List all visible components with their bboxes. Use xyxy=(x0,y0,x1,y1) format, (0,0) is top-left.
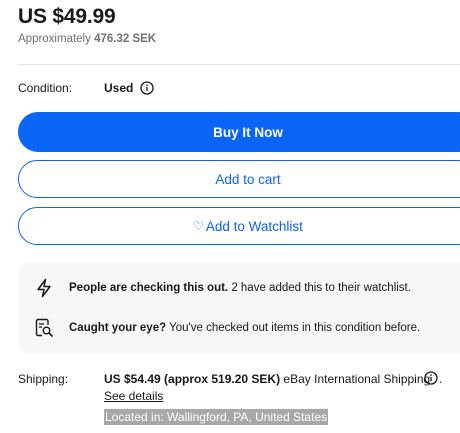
see-details-link[interactable]: See details xyxy=(104,389,163,403)
buy-it-now-label: Buy It Now xyxy=(213,124,283,140)
item-price: US $49.99 xyxy=(18,5,116,28)
condition-value: Used xyxy=(104,81,134,95)
notice-watchers-text: People are checking this out. 2 have add… xyxy=(69,282,411,294)
condition-label: Condition: xyxy=(18,81,73,95)
add-to-watchlist-label: Add to Watchlist xyxy=(205,218,303,234)
shipping-info-icon[interactable] xyxy=(424,371,438,385)
approx-prefix: Approximately xyxy=(18,33,91,45)
notice-watchers-bold: People are checking this out. xyxy=(69,282,229,294)
add-to-cart-label: Add to cart xyxy=(215,171,281,187)
notice-caught-eye-text: Caught your eye? You've checked out item… xyxy=(69,322,420,334)
approx-amount: 476.32 SEK xyxy=(94,33,157,45)
item-location: Located in: Wallingford, PA, United Stat… xyxy=(104,409,329,425)
divider xyxy=(18,64,460,65)
shipping-period: . xyxy=(439,372,443,386)
shipping-label: Shipping: xyxy=(18,372,69,386)
info-icon[interactable] xyxy=(140,81,154,95)
shipping-cost: US $54.49 (approx 519.20 SEK) xyxy=(104,372,281,386)
shipping-value: US $54.49 (approx 519.20 SEK) eBay Inter… xyxy=(104,372,430,386)
shipping-service: eBay International Shipping xyxy=(280,372,431,386)
approx-price: Approximately 476.32 SEK xyxy=(18,33,156,45)
notice-caught-eye-detail: You've checked out items in this conditi… xyxy=(166,322,421,334)
signals-panel: People are checking this out. 2 have add… xyxy=(18,262,460,354)
magnifier-document-icon xyxy=(32,316,56,340)
notice-watchers-detail: 2 have added this to their watchlist. xyxy=(228,282,411,294)
lightning-icon xyxy=(32,276,56,300)
buy-it-now-button[interactable]: Buy It Now xyxy=(18,112,460,152)
notice-caught-eye-bold: Caught your eye? xyxy=(69,322,167,334)
add-to-cart-button[interactable]: Add to cart xyxy=(18,160,460,198)
heart-icon: ♡ xyxy=(193,219,204,233)
add-to-watchlist-button[interactable]: ♡ Add to Watchlist xyxy=(18,207,460,245)
